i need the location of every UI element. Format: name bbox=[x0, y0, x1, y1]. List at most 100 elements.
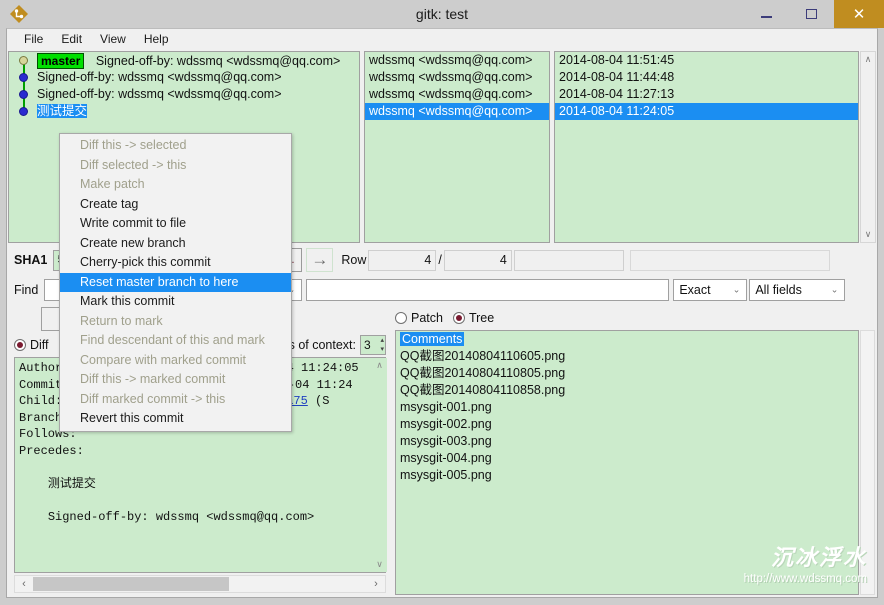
diff-radio-wrap[interactable]: Diff bbox=[14, 338, 49, 352]
commit-row-content: master Signed-off-by: wdssmq <wdssmq@qq.… bbox=[37, 52, 340, 70]
ctx-diff-marked-this: Diff marked commit -> this bbox=[60, 390, 291, 410]
file-tree-list[interactable]: Comments QQ截图20140804110605.png QQ截图2014… bbox=[395, 330, 859, 595]
title-bar: gitk: test ✕ bbox=[0, 0, 884, 28]
commit-list-scrollbar[interactable]: ∧ ∨ bbox=[860, 51, 876, 243]
patch-radio-wrap[interactable]: Patch bbox=[395, 311, 443, 325]
gitk-window: gitk: test ✕ File Edit View Help bbox=[0, 0, 884, 605]
ctx-create-tag[interactable]: Create tag bbox=[60, 195, 291, 215]
detail-child-label: Child: bbox=[19, 394, 62, 408]
row-current-input[interactable]: 4 bbox=[368, 250, 436, 271]
ctx-diff-this-selected: Diff this -> selected bbox=[60, 136, 291, 156]
spinner-arrows[interactable]: ▴ ▾ bbox=[380, 336, 384, 354]
maximize-button[interactable] bbox=[789, 0, 834, 28]
chevron-down-icon: ⌄ bbox=[831, 285, 839, 296]
list-item[interactable]: QQ截图20140804110858.png bbox=[396, 382, 858, 399]
detail-child-tail: (S bbox=[308, 394, 330, 408]
file-list-scrollbar[interactable] bbox=[860, 330, 875, 595]
commit-subject: Signed-off-by: wdssmq <wdssmq@qq.com> bbox=[96, 54, 341, 68]
list-item[interactable]: msysgit-001.png bbox=[396, 399, 858, 416]
scroll-right-icon[interactable]: › bbox=[367, 576, 385, 592]
list-item[interactable]: msysgit-004.png bbox=[396, 450, 858, 467]
author-pane[interactable]: wdssmq <wdssmq@qq.com> wdssmq <wdssmq@qq… bbox=[364, 51, 550, 243]
chevron-down-icon: ⌄ bbox=[733, 285, 741, 296]
list-item[interactable]: Comments bbox=[396, 331, 858, 348]
file-list-panel: Patch Tree Comments QQ截图20140804110605.p… bbox=[393, 305, 877, 597]
graph-node bbox=[19, 73, 28, 82]
details-vertical-scrollbar[interactable]: ∧ ∨ bbox=[372, 358, 387, 572]
forward-button[interactable]: → bbox=[306, 248, 333, 272]
ctx-mark-this-commit[interactable]: Mark this commit bbox=[60, 292, 291, 312]
spinner-down-icon[interactable]: ▾ bbox=[380, 346, 384, 353]
spinner-up-icon[interactable]: ▴ bbox=[380, 337, 384, 344]
row-wide-field[interactable] bbox=[630, 250, 830, 271]
detail-author-label: Author bbox=[19, 361, 62, 375]
sha1-label: SHA1 bbox=[14, 253, 47, 267]
commit-subject: Signed-off-by: wdssmq <wdssmq@qq.com> bbox=[37, 86, 282, 103]
scroll-left-icon[interactable]: ‹ bbox=[15, 576, 33, 592]
graph-node bbox=[19, 90, 28, 99]
details-horizontal-scrollbar[interactable]: ‹ › bbox=[14, 575, 386, 593]
scroll-down-icon[interactable]: ∨ bbox=[861, 227, 875, 242]
row-extra-input[interactable] bbox=[514, 250, 624, 271]
row-label: Row bbox=[341, 253, 366, 267]
ctx-reset-master-branch-here[interactable]: Reset master branch to here bbox=[60, 273, 291, 293]
commit-row[interactable]: Signed-off-by: wdssmq <wdssmq@qq.com> bbox=[9, 69, 359, 86]
branch-label-master[interactable]: master bbox=[37, 53, 84, 69]
fields-value: All fields bbox=[755, 283, 802, 297]
tree-radio-wrap[interactable]: Tree bbox=[453, 311, 494, 325]
scroll-up-icon[interactable]: ∧ bbox=[861, 52, 875, 67]
patch-label: Patch bbox=[411, 311, 443, 325]
diff-radio-label: Diff bbox=[30, 338, 49, 352]
commit-row-selected[interactable]: 测试提交 bbox=[9, 103, 359, 120]
patch-tree-toggle: Patch Tree bbox=[395, 308, 504, 328]
tree-label: Tree bbox=[469, 311, 494, 325]
list-item[interactable]: QQ截图20140804110805.png bbox=[396, 365, 858, 382]
ctx-revert-this-commit[interactable]: Revert this commit bbox=[60, 409, 291, 429]
menu-file[interactable]: File bbox=[15, 30, 52, 48]
ctx-create-new-branch[interactable]: Create new branch bbox=[60, 234, 291, 254]
ctx-diff-this-marked: Diff this -> marked commit bbox=[60, 370, 291, 390]
gitk-diamond-icon bbox=[6, 1, 32, 27]
minimize-icon bbox=[761, 16, 772, 18]
close-button[interactable]: ✕ bbox=[834, 0, 884, 28]
list-item-label: Comments bbox=[400, 332, 464, 346]
list-item[interactable]: msysgit-002.png bbox=[396, 416, 858, 433]
patch-radio-icon[interactable] bbox=[395, 312, 407, 324]
detail-branch-label: Branch bbox=[19, 411, 62, 425]
ctx-return-to-mark: Return to mark bbox=[60, 312, 291, 332]
maximize-icon bbox=[806, 9, 817, 19]
menu-edit[interactable]: Edit bbox=[52, 30, 91, 48]
date-pane[interactable]: 2014-08-04 11:51:45 2014-08-04 11:44:48 … bbox=[554, 51, 859, 243]
author-row: wdssmq <wdssmq@qq.com> bbox=[365, 86, 549, 103]
graph-node bbox=[19, 107, 28, 116]
commit-signoff: Signed-off-by: wdssmq <wdssmq@qq.com> bbox=[48, 510, 314, 524]
scroll-down-icon[interactable]: ∨ bbox=[372, 557, 387, 572]
list-item[interactable]: msysgit-005.png bbox=[396, 467, 858, 484]
ctx-write-commit-to-file[interactable]: Write commit to file bbox=[60, 214, 291, 234]
commit-context-menu[interactable]: Diff this -> selected Diff selected -> t… bbox=[59, 133, 292, 432]
detail-precedes-label: Precedes: bbox=[19, 444, 84, 458]
context-lines-spinner[interactable]: 3 ▴ ▾ bbox=[360, 335, 386, 355]
row-total-input[interactable]: 4 bbox=[444, 250, 512, 271]
scrollbar-thumb[interactable] bbox=[33, 577, 229, 591]
tree-radio-icon[interactable] bbox=[453, 312, 465, 324]
menu-help[interactable]: Help bbox=[135, 30, 178, 48]
commit-row[interactable]: Signed-off-by: wdssmq <wdssmq@qq.com> bbox=[9, 86, 359, 103]
row-separator: / bbox=[438, 253, 441, 267]
author-row: wdssmq <wdssmq@qq.com> bbox=[365, 52, 549, 69]
author-row-selected: wdssmq <wdssmq@qq.com> bbox=[365, 103, 549, 120]
commit-row[interactable]: master Signed-off-by: wdssmq <wdssmq@qq.… bbox=[9, 52, 359, 69]
find-input[interactable] bbox=[306, 279, 669, 301]
ctx-find-descendant: Find descendant of this and mark bbox=[60, 331, 291, 351]
ctx-compare-with-marked: Compare with marked commit bbox=[60, 351, 291, 371]
menu-view[interactable]: View bbox=[91, 30, 135, 48]
exact-dropdown[interactable]: Exact ⌄ bbox=[673, 279, 747, 301]
list-item[interactable]: msysgit-003.png bbox=[396, 433, 858, 450]
context-lines-value: 3 bbox=[364, 338, 371, 352]
list-item[interactable]: QQ截图20140804110605.png bbox=[396, 348, 858, 365]
ctx-cherry-pick-this-commit[interactable]: Cherry-pick this commit bbox=[60, 253, 291, 273]
fields-dropdown[interactable]: All fields ⌄ bbox=[749, 279, 845, 301]
diff-radio-icon[interactable] bbox=[14, 339, 26, 351]
scroll-up-icon[interactable]: ∧ bbox=[372, 358, 387, 373]
minimize-button[interactable] bbox=[744, 0, 789, 28]
